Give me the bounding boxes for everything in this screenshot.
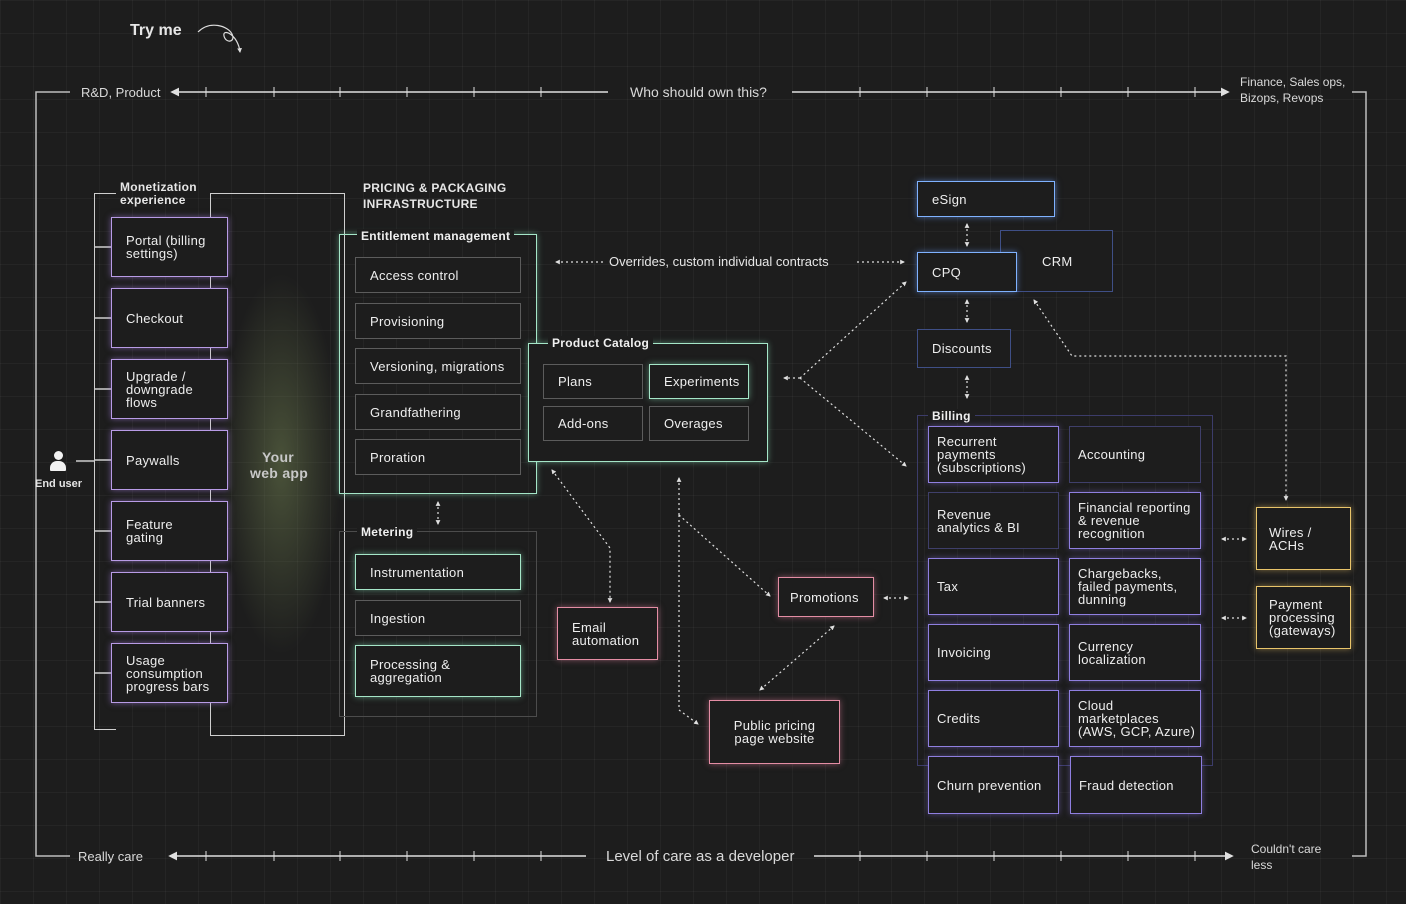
provisioning-box[interactable]: Provisioning [355,303,521,339]
feature-gating-box[interactable]: Feature gating [111,501,228,561]
billing-title: Billing [928,409,975,423]
bottom-axis-center-label: Level of care as a developer [606,848,795,865]
financial-reporting-box[interactable]: Financial reporting & revenue recognitio… [1069,492,1201,549]
cloud-marketplaces-box[interactable]: Cloud marketplaces (AWS, GCP, Azure) [1069,690,1201,747]
bottom-axis-right-label-2: less [1251,858,1273,872]
paywalls-box[interactable]: Paywalls [111,430,228,490]
end-user-label: End user [35,478,83,490]
top-axis-right-label-1: Finance, Sales ops, [1240,75,1346,89]
accounting-box[interactable]: Accounting [1069,426,1201,483]
recurrent-payments-box[interactable]: Recurrent payments (subscriptions) [928,426,1059,483]
usage-progress-box[interactable]: Usage consumption progress bars [111,643,228,703]
processing-aggregation-box[interactable]: Processing & aggregation [355,645,521,697]
web-app-label-2: web app [250,465,309,481]
wires-achs-box[interactable]: Wires / ACHs [1256,507,1351,570]
chargebacks-box[interactable]: Chargebacks, failed payments, dunning [1069,558,1201,615]
top-axis-left-label: R&D, Product [81,85,161,100]
portal-billing-settings-box[interactable]: Portal (billing settings) [111,217,228,277]
versioning-migrations-box[interactable]: Versioning, migrations [355,348,521,384]
web-app-label-1: Your [262,449,295,465]
fraud-detection-box[interactable]: Fraud detection [1070,756,1202,814]
upgrade-downgrade-box[interactable]: Upgrade / downgrade flows [111,359,228,419]
catalog-title: Product Catalog [548,336,654,350]
esign-box[interactable]: eSign [917,181,1055,217]
monetization-title-2: experience [120,193,186,207]
churn-prevention-box[interactable]: Churn prevention [928,756,1059,814]
user-icon [49,451,67,473]
top-axis-center-label: Who should own this? [630,84,767,100]
top-axis-right-label-2: Bizops, Revops [1240,91,1324,105]
credits-box[interactable]: Credits [928,690,1059,747]
email-automation-box[interactable]: Email automation [557,607,658,660]
invoicing-box[interactable]: Invoicing [928,624,1059,681]
currency-localization-box[interactable]: Currency localization [1069,624,1201,681]
experiments-box[interactable]: Experiments [649,364,749,399]
access-control-box[interactable]: Access control [355,257,521,293]
pricing-infra-title-1: PRICING & PACKAGING [363,181,507,195]
checkout-box[interactable]: Checkout [111,288,228,348]
trial-banners-box[interactable]: Trial banners [111,572,228,632]
add-ons-box[interactable]: Add-ons [543,406,643,441]
overages-box[interactable]: Overages [649,406,749,441]
catalog-frame [528,343,768,462]
ingestion-box[interactable]: Ingestion [355,600,521,636]
try-me-label: Try me [130,22,182,39]
bottom-axis-right-label-1: Couldn't care [1251,842,1322,856]
pricing-infra-title-2: INFRASTRUCTURE [363,197,478,211]
promotions-box[interactable]: Promotions [778,577,874,617]
overrides-label: Overrides, custom individual contracts [609,254,829,269]
proration-box[interactable]: Proration [355,439,521,475]
outer-frame-right [1352,91,1367,857]
cpq-box[interactable]: CPQ [917,252,1017,292]
bottom-axis-left-label: Really care [78,849,144,864]
revenue-analytics-box[interactable]: Revenue analytics & BI [928,492,1059,549]
try-me-squiggle [197,24,242,53]
instrumentation-box[interactable]: Instrumentation [355,554,521,590]
discounts-box[interactable]: Discounts [917,329,1011,368]
grandfathering-box[interactable]: Grandfathering [355,394,521,430]
metering-title: Metering [357,525,418,539]
tax-box[interactable]: Tax [928,558,1059,615]
public-pricing-box[interactable]: Public pricing page website [709,700,840,764]
entitlement-title: Entitlement management [357,229,515,243]
outer-frame-left [35,91,70,857]
plans-box[interactable]: Plans [543,364,643,399]
payment-processing-box[interactable]: Payment processing (gateways) [1256,586,1351,649]
monetization-title-1: Monetization [120,180,197,194]
